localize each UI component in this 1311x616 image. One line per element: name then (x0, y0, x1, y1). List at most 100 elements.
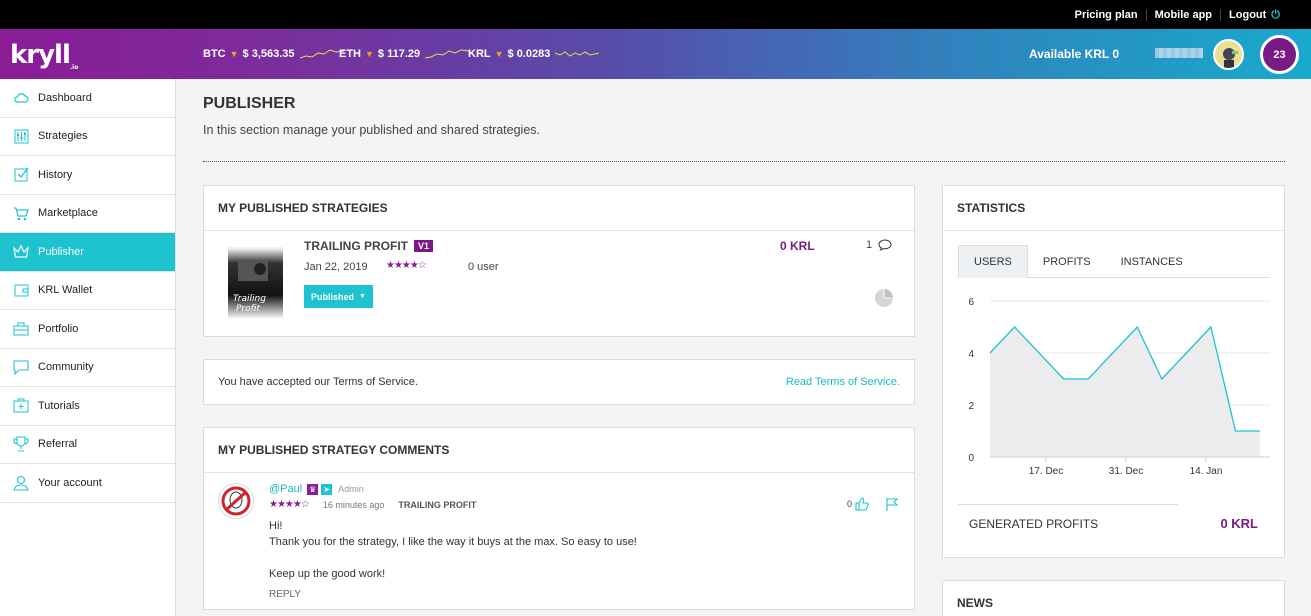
cloud-icon (12, 89, 30, 107)
strategy-name[interactable]: TRAILING PROFIT V1 (304, 239, 434, 253)
power-icon: ⏻ (1271, 9, 1280, 21)
kryll-logo[interactable]: kryll.io (10, 40, 78, 71)
sidebar-item-history[interactable]: History (0, 156, 175, 195)
comment-line: Hi! (269, 520, 283, 532)
wallet-icon (12, 281, 30, 299)
avatar[interactable] (1213, 39, 1244, 70)
down-arrow-icon: ▼ (365, 49, 374, 59)
users-chart: 0 2 4 6 17. Dec 31. Dec 14. Jan (968, 297, 1270, 477)
comments-count: 1 (866, 239, 873, 251)
y-tick-label: 0 (968, 453, 974, 464)
read-terms-link[interactable]: Read Terms of Service. (786, 376, 900, 388)
x-tick-label: 14. Jan (1190, 466, 1223, 477)
comment-author-role: Admin (338, 484, 364, 494)
logout-label: Logout (1229, 9, 1267, 21)
down-arrow-icon: ▼ (229, 49, 239, 59)
y-tick-label: 4 (968, 349, 974, 360)
y-tick-label: 2 (968, 401, 974, 412)
x-tick-label: 17. Dec (1029, 466, 1063, 477)
mobile-app-link[interactable]: Mobile app (1145, 9, 1220, 21)
tab-instances[interactable]: INSTANCES (1106, 245, 1198, 278)
sidebar-item-label: Strategies (38, 130, 88, 143)
sidebar-item-label: Portfolio (38, 322, 79, 335)
strategy-thumbnail[interactable]: Trailing Profit (228, 239, 283, 319)
sidebar-item-label: Your account (38, 476, 102, 489)
logout-link[interactable]: Logout ⏻ (1220, 9, 1288, 21)
card-title: STATISTICS (943, 186, 1284, 231)
sliders-icon (12, 127, 30, 145)
card-title: MY PUBLISHED STRATEGIES (204, 186, 914, 231)
sidebar-item-label: Community (38, 361, 94, 374)
briefcase-icon (12, 320, 30, 338)
terms-accepted-text: You have accepted our Terms of Service. (218, 376, 418, 388)
sidebar-item-your-account[interactable]: Your account (0, 464, 175, 503)
statistics-card: STATISTICS USERS PROFITS INSTANCES 0 2 4 6 1… (942, 185, 1285, 558)
comment-icon (878, 239, 892, 251)
tab-users[interactable]: USERS (958, 245, 1028, 278)
pricing-plan-link[interactable]: Pricing plan (1067, 9, 1146, 21)
comment-body: Hi! Thank you for the strategy, I like t… (269, 518, 637, 582)
trophy-icon (12, 435, 30, 453)
terms-card: You have accepted our Terms of Service. … (203, 359, 915, 405)
comment-author[interactable]: @Paul ♛ ➤ Admin (269, 483, 364, 495)
avatar[interactable] (218, 483, 254, 519)
strategy-comments-card: MY PUBLISHED STRATEGY COMMENTS @Paul ♛ ➤… (203, 427, 915, 610)
svg-text:Trailing: Trailing (233, 294, 266, 304)
sidebar-item-marketplace[interactable]: Marketplace (0, 195, 175, 233)
thumbs-up-icon[interactable] (855, 497, 869, 511)
comment-actions: 0 (847, 497, 899, 511)
sidebar: Dashboard Strategies History Marketplace… (0, 79, 176, 616)
logo-suffix: .io (69, 64, 79, 72)
reply-button[interactable]: REPLY (269, 589, 301, 600)
generated-profits-value: 0 KRL (1220, 516, 1258, 531)
top-bar: Pricing plan Mobile app Logout ⏻ (0, 0, 1311, 29)
chat-icon (12, 358, 30, 376)
tab-profits[interactable]: PROFITS (1028, 245, 1106, 278)
ticker-symbol: ETH (339, 48, 361, 60)
sidebar-item-referral[interactable]: Referral (0, 426, 175, 464)
sidebar-item-dashboard[interactable]: Dashboard (0, 79, 175, 118)
logo-text: kryll (10, 40, 71, 70)
username-blurred[interactable] (1155, 48, 1203, 58)
strategy-price: 0 KRL (780, 239, 815, 253)
cart-icon (12, 204, 30, 222)
strategy-row[interactable]: Trailing Profit TRAILING PROFIT V1 Jan 22… (204, 231, 914, 336)
ticker-symbol: BTC (203, 48, 226, 60)
sidebar-item-label: Tutorials (38, 399, 80, 412)
like-count: 0 (847, 499, 853, 509)
ticker-price: $ 0.0283 (507, 48, 551, 60)
sidebar-item-tutorials[interactable]: Tutorials (0, 387, 175, 426)
sidebar-item-strategies[interactable]: Strategies (0, 118, 175, 156)
crown-icon (12, 243, 30, 261)
ticker-krl: KRL ▼ $ 0.0283 (468, 47, 600, 61)
sidebar-item-portfolio[interactable]: Portfolio (0, 310, 175, 349)
comment-author-name: @Paul (269, 483, 303, 495)
pie-chart-icon[interactable] (874, 288, 894, 308)
y-tick-label: 6 (968, 297, 974, 308)
comment-strategy[interactable]: TRAILING PROFIT (398, 500, 476, 510)
sidebar-item-label: Publisher (38, 245, 84, 258)
strategy-name-text: TRAILING PROFIT (304, 239, 408, 253)
version-badge: V1 (414, 240, 434, 252)
checkbox-icon (12, 166, 30, 184)
telegram-badge-icon: ➤ (321, 483, 333, 495)
comment-line: Keep up the good work! (269, 568, 386, 580)
down-arrow-icon: ▼ (494, 49, 504, 59)
page-title: PUBLISHER (203, 95, 296, 112)
flag-icon[interactable] (885, 497, 899, 511)
sidebar-item-krl-wallet[interactable]: KRL Wallet (0, 272, 175, 310)
series-area (990, 327, 1260, 457)
statistics-tabs: USERS PROFITS INSTANCES (958, 245, 1270, 278)
first-aid-icon (12, 397, 30, 415)
published-status-dropdown[interactable]: Published ▼ (304, 285, 373, 308)
ticker-symbol: KRL (468, 48, 491, 60)
strategy-comments-count[interactable]: 1 (866, 239, 892, 251)
sidebar-item-community[interactable]: Community (0, 349, 175, 387)
sidebar-item-publisher[interactable]: Publisher (0, 233, 175, 272)
level-badge[interactable]: 23 (1260, 35, 1299, 74)
section-divider (203, 161, 1285, 162)
comment-item: @Paul ♛ ➤ Admin ★★★★☆ 16 minutes ago TRA… (204, 473, 914, 609)
strategy-users: 0 user (468, 261, 499, 273)
sparkline-icon (299, 49, 344, 59)
page-subtitle: In this section manage your published an… (203, 123, 541, 137)
